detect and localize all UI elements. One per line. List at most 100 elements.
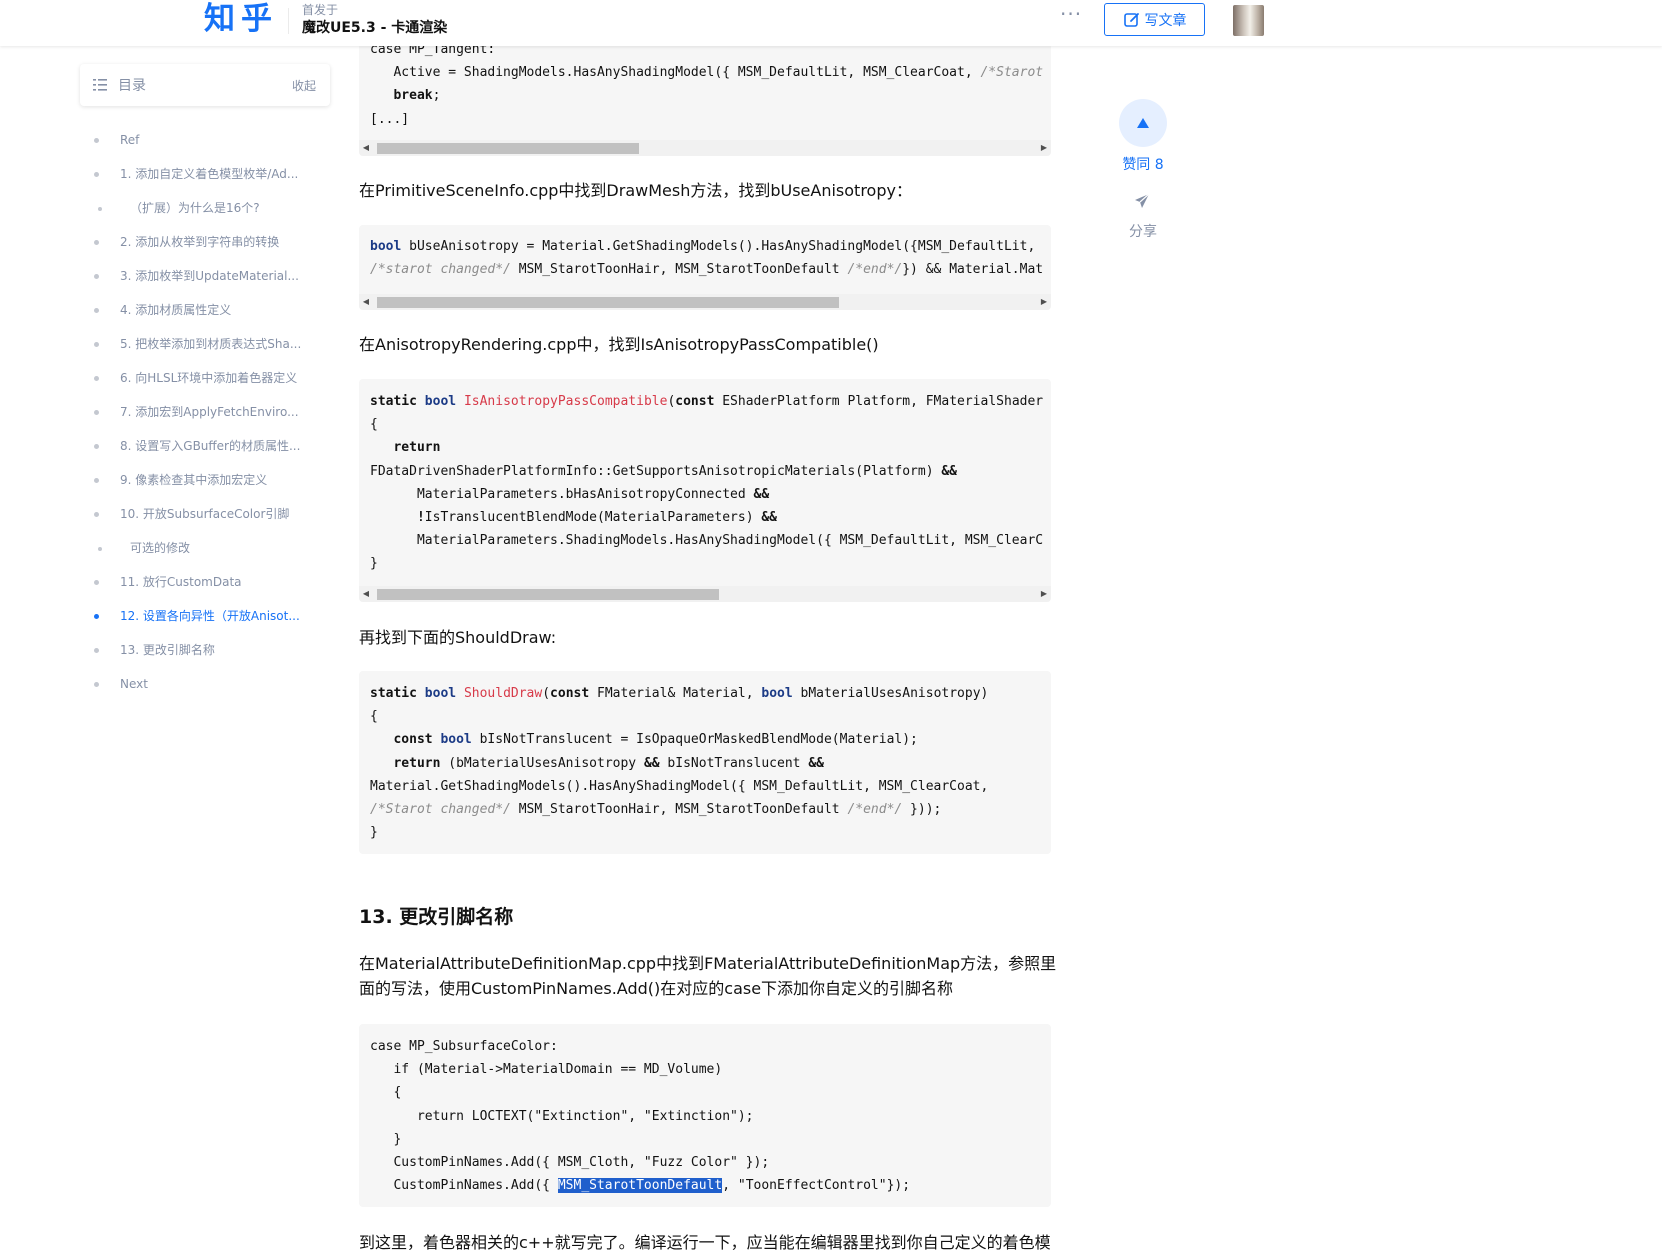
toc-bullet-icon [98,207,102,211]
code-line: static bool IsAnisotropyPassCompatible(c… [370,394,1044,409]
code-line: [...] [370,111,410,127]
toc-item-label: Ref [120,133,140,147]
toc-bullet-icon [94,648,99,653]
code-line: const bool bIsNotTranslucent = IsOpaqueO… [393,732,918,748]
toc-item[interactable]: 8. 设置写入GBuffer的材质属性... [90,432,340,466]
code-line: /*Starot changed*/ MSM_StarotToonHair, M… [370,802,942,818]
top-header: 知乎 首发于 魔改UE5.3 - 卡通渲染 ··· 写文章 [0,0,1662,46]
paragraph: 再找到下面的ShouldDraw: [359,628,557,647]
toc-title: 目录 [118,78,146,94]
toc-bullet-icon [98,547,102,551]
vote-up-button[interactable] [1119,99,1167,147]
triangle-up-icon [1136,117,1150,129]
toc-item[interactable]: 可选的修改 [90,534,340,568]
zhihu-logo[interactable]: 知乎 [204,0,278,38]
toc-item-label: 4. 添加材质属性定义 [120,303,232,317]
toc-item-label: Next [120,677,148,691]
header-divider [288,8,289,34]
code-scrollbar[interactable]: ◀ ▶ [359,294,1051,310]
code-line: { [370,709,378,725]
toc-item-label: 11. 放行CustomData [120,575,242,589]
toc-item[interactable]: 10. 开放SubsurfaceColor引脚 [90,500,340,534]
more-menu-icon[interactable]: ··· [1060,2,1082,26]
scroll-left-arrow-icon[interactable]: ◀ [359,140,373,156]
toc-item[interactable]: 5. 把枚举添加到材质表达式Sha... [90,330,340,364]
toc-bullet-icon [94,240,99,245]
code-line: } [370,556,378,572]
toc-item[interactable]: 9. 像素检查其中添加宏定义 [90,466,340,500]
toc-item-label: 12. 设置各向异性（开放Anisot... [120,609,300,623]
column-title[interactable]: 魔改UE5.3 - 卡通渲染 [302,19,447,37]
code-line: /*starot changed*/ MSM_StarotToonHair, M… [370,262,1044,278]
code-line: return (bMaterialUsesAnisotropy && bIsNo… [393,755,824,771]
toc-item-label: 2. 添加从枚举到字符串的转换 [120,235,280,249]
code-line: if (Material->MaterialDomain == MD_Volum… [370,1062,723,1078]
scroll-thumb[interactable] [377,297,839,308]
code-line: CustomPinNames.Add({ MSM_Cloth, "Fuzz Co… [370,1155,770,1171]
toc-item-label: 可选的修改 [130,541,191,555]
toc-item-label: 1. 添加自定义着色模型枚举/Ad... [120,167,299,181]
toc-item-label: （扩展）为什么是16个? [130,201,260,215]
vote-count[interactable]: 赞同 8 [1108,154,1178,174]
scroll-left-arrow-icon[interactable]: ◀ [359,586,373,602]
toc-bullet-icon [94,512,99,517]
toc-list: Ref 1. 添加自定义着色模型枚举/Ad... （扩展）为什么是16个? 2. 添加… [90,126,340,704]
code-block-5: case MP_SubsurfaceColor: if (Material->M… [359,1024,1051,1207]
toc-item-label: 5. 把枚举添加到材质表达式Sha... [120,337,302,351]
toc-bullet-icon [94,614,99,619]
toc-bullet-icon [94,172,99,177]
toc-item-label: 10. 开放SubsurfaceColor引脚 [120,507,290,521]
toc-item[interactable]: （扩展）为什么是16个? [90,194,340,228]
code-scrollbar[interactable]: ◀ ▶ [359,140,1051,156]
toc-item-label: 13. 更改引脚名称 [120,643,215,657]
write-article-label: 写文章 [1144,12,1187,29]
code-line: } [370,825,378,841]
toc-item[interactable]: 4. 添加材质属性定义 [90,296,340,330]
code-line: return LOCTEXT("Extinction", "Extinction… [370,1108,754,1124]
avatar[interactable] [1233,5,1264,36]
toc-bullet-icon [94,478,99,483]
toc-collapse-button[interactable]: 收起 [292,77,316,94]
toc-item[interactable]: 13. 更改引脚名称 [90,636,340,670]
code-block-4: static bool ShouldDraw(const FMaterial& … [359,671,1051,854]
selected-text[interactable]: MSM_StarotToonDefault [557,1178,723,1194]
scroll-right-arrow-icon[interactable]: ▶ [1037,586,1051,602]
scroll-left-arrow-icon[interactable]: ◀ [359,294,373,310]
code-line: bool bUseAnisotropy = Material.GetShadin… [370,239,1036,254]
code-line: case MP_SubsurfaceColor: [370,1039,558,1054]
code-line: { [370,417,378,433]
code-line: break; [393,88,441,104]
scroll-thumb[interactable] [377,143,639,154]
toc-item[interactable]: 3. 添加枚举到UpdateMaterial... [90,262,340,296]
code-block-3: static bool IsAnisotropyPassCompatible(c… [359,379,1051,602]
code-line: CustomPinNames.Add({ MSM_StarotToonDefau… [370,1178,911,1194]
write-article-button[interactable]: 写文章 [1104,3,1205,36]
paragraph: 到这里，着色器相关的c++就写完了。编译运行一下，应当能在编辑器里找到你自己定义… [359,1233,1051,1252]
paragraph: 在MaterialAttributeDefinitionMap.cpp中找到FM… [359,954,1057,998]
toc-bullet-icon [94,342,99,347]
toc-list-icon [92,77,108,93]
toc-item[interactable]: 2. 添加从枚举到字符串的转换 [90,228,340,262]
scroll-right-arrow-icon[interactable]: ▶ [1037,294,1051,310]
toc-bullet-icon [94,580,99,585]
paragraph: 在AnisotropyRendering.cpp中，找到IsAnisotropy… [359,335,879,354]
code-scrollbar[interactable]: ◀ ▶ [359,586,1051,602]
toc-bullet-icon [94,376,99,381]
toc-item[interactable]: Ref [90,126,340,160]
paper-plane-icon[interactable] [1133,192,1151,214]
toc-item[interactable]: 11. 放行CustomData [90,568,340,602]
toc-item[interactable]: 1. 添加自定义着色模型枚举/Ad... [90,160,340,194]
toc-item[interactable]: 7. 添加宏到ApplyFetchEnviro... [90,398,340,432]
toc-item-label: 7. 添加宏到ApplyFetchEnviro... [120,405,299,419]
scroll-right-arrow-icon[interactable]: ▶ [1037,140,1051,156]
toc-bullet-icon [94,308,99,313]
share-button[interactable]: 分享 [1108,221,1178,241]
code-line: Material.GetShadingModels().HasAnyShadin… [370,778,989,794]
scroll-thumb[interactable] [377,589,719,600]
toc-bullet-icon [94,444,99,449]
toc-item-label: 6. 向HLSL环境中添加着色器定义 [120,371,298,385]
code-line: MaterialParameters.bHasAnisotropyConnect… [370,486,770,502]
toc-item[interactable]: 12. 设置各向异性（开放Anisot... [90,602,340,636]
toc-item[interactable]: Next [90,670,340,704]
toc-item[interactable]: 6. 向HLSL环境中添加着色器定义 [90,364,340,398]
